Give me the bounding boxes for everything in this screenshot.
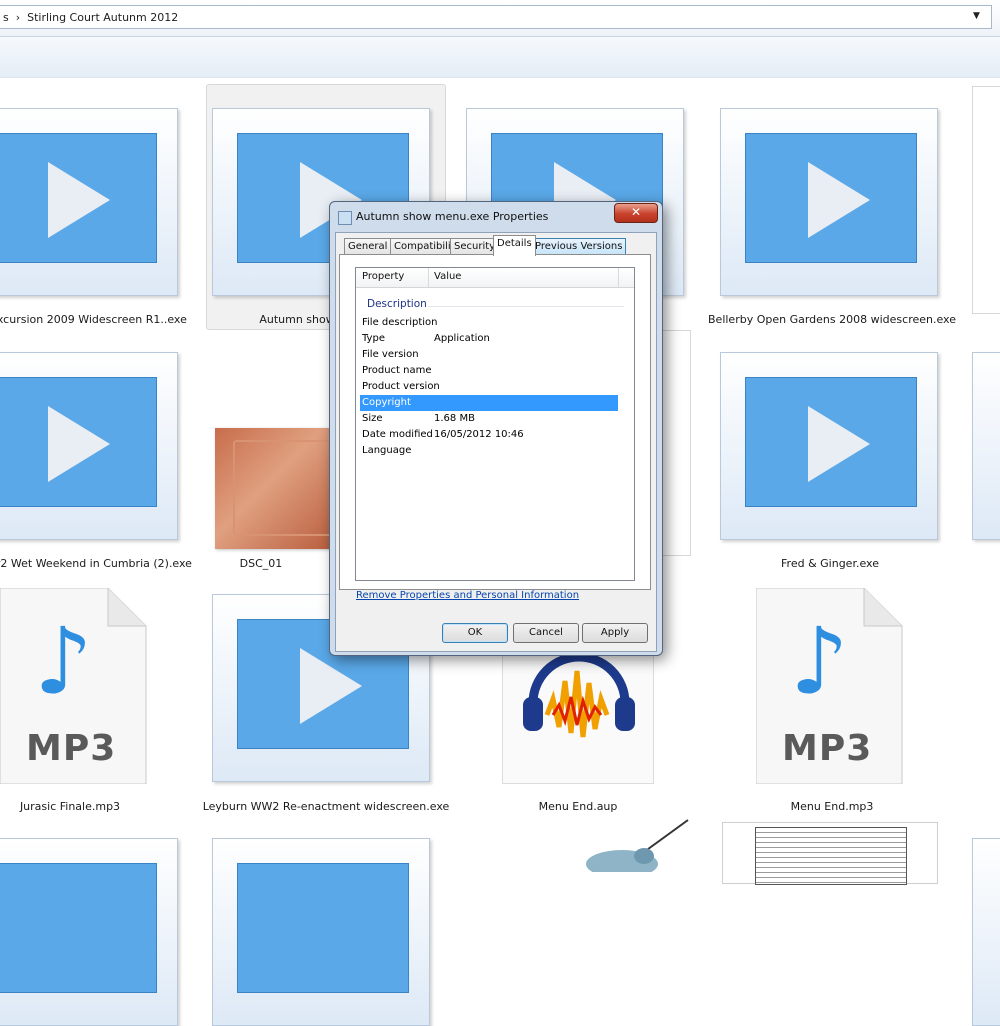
play-icon <box>48 406 110 482</box>
close-button[interactable]: ✕ <box>614 203 658 223</box>
mp3-icon-label: MP3 <box>26 728 117 769</box>
column-header-value[interactable]: Value <box>434 271 461 282</box>
property-name: Language <box>362 445 412 456</box>
file-label[interactable]: DSC_01 <box>186 557 336 570</box>
video-thumbnail[interactable] <box>720 352 938 540</box>
document-thumbnail[interactable] <box>722 822 938 885</box>
file-thumbnail[interactable] <box>972 86 1000 314</box>
dialog-title: Autumn show menu.exe Properties <box>356 210 549 223</box>
property-row[interactable]: File version <box>360 347 618 363</box>
video-thumbnail[interactable] <box>0 838 178 1026</box>
photo-thumbnail[interactable] <box>215 428 337 549</box>
video-thumbnail[interactable] <box>972 838 1000 1026</box>
property-row[interactable]: File description <box>360 315 618 331</box>
video-thumbnail[interactable] <box>0 108 178 296</box>
property-name: Product version <box>362 381 440 392</box>
tab-security[interactable]: Security <box>450 238 500 255</box>
play-icon <box>808 162 870 238</box>
property-value: Application <box>434 333 490 344</box>
audacity-file-icon[interactable] <box>502 640 654 784</box>
property-row[interactable]: Size 1.68 MB <box>360 411 618 427</box>
file-label[interactable]: Leyburn WW2 Re-enactment widescreen.exe <box>196 800 456 813</box>
property-value: 1.68 MB <box>434 413 475 424</box>
details-list[interactable]: Property Value Description File descript… <box>355 267 635 581</box>
music-note-icon: ♪ <box>790 608 849 715</box>
file-label[interactable]: Menu End.mp3 <box>702 800 962 813</box>
property-name: Date modified <box>362 429 433 440</box>
video-thumbnail[interactable] <box>972 352 1000 540</box>
file-label[interactable]: Jurasic Finale.mp3 <box>0 800 200 813</box>
play-icon <box>48 162 110 238</box>
properties-dialog: Autumn show menu.exe Properties ✕ Genera… <box>329 201 663 656</box>
list-header: Property Value <box>356 268 634 288</box>
column-divider[interactable] <box>428 268 429 287</box>
property-row[interactable]: Date modified 16/05/2012 10:46 <box>360 427 618 443</box>
property-name: File description <box>362 317 438 328</box>
group-divider <box>428 306 624 307</box>
video-thumbnail[interactable] <box>720 108 938 296</box>
property-name: Product name <box>362 365 432 376</box>
property-row[interactable]: Product name <box>360 363 618 379</box>
video-thumbnail[interactable] <box>212 838 430 1026</box>
remove-properties-link[interactable]: Remove Properties and Personal Informati… <box>356 590 579 601</box>
bird-image-icon[interactable] <box>560 818 690 878</box>
play-icon <box>300 648 362 724</box>
address-bar: s › Stirling Court Autunm 2012 ▼ <box>0 0 1000 37</box>
file-label[interactable]: ely r2 Wet Weekend in Cumbria (2).exe <box>0 557 214 570</box>
chevron-down-icon[interactable]: ▼ <box>973 11 980 21</box>
command-bar <box>0 37 1000 78</box>
file-label[interactable]: Fred & Ginger.exe <box>700 557 960 570</box>
mp3-icon-label: MP3 <box>782 728 873 769</box>
apply-button[interactable]: Apply <box>582 623 648 643</box>
music-note-icon: ♪ <box>34 608 93 715</box>
file-label[interactable]: Menu End.aup <box>448 800 708 813</box>
column-divider[interactable] <box>618 268 619 287</box>
dialog-body: General Compatibility Security Details P… <box>335 232 657 652</box>
property-name: Copyright <box>362 397 411 408</box>
video-thumbnail[interactable] <box>0 352 178 540</box>
address-field[interactable]: s › Stirling Court Autunm 2012 ▼ <box>0 5 992 29</box>
tab-details[interactable]: Details <box>493 235 536 256</box>
property-name: File version <box>362 349 419 360</box>
property-name: Type <box>362 333 385 344</box>
property-value: 16/05/2012 10:46 <box>434 429 524 440</box>
details-panel: Property Value Description File descript… <box>339 254 651 590</box>
property-row[interactable]: Language <box>360 443 618 459</box>
ok-button[interactable]: OK <box>442 623 508 643</box>
tab-general[interactable]: General <box>344 238 392 255</box>
property-row-selected[interactable]: Copyright <box>360 395 618 411</box>
group-header-description[interactable]: Description <box>367 298 427 310</box>
file-label[interactable]: Bellerby Open Gardens 2008 widescreen.ex… <box>702 313 962 326</box>
application-icon <box>338 211 352 225</box>
column-header-property[interactable]: Property <box>362 271 404 282</box>
property-row[interactable]: Type Application <box>360 331 618 347</box>
play-icon <box>808 406 870 482</box>
address-path[interactable]: s › Stirling Court Autunm 2012 <box>3 11 178 24</box>
mp3-file-icon[interactable]: ♪ MP3 <box>0 588 148 784</box>
mp3-file-icon[interactable]: ♪ MP3 <box>756 588 904 784</box>
property-row[interactable]: Product version <box>360 379 618 395</box>
tab-previous-versions[interactable]: Previous Versions <box>531 238 627 255</box>
property-name: Size <box>362 413 383 424</box>
cancel-button[interactable]: Cancel <box>513 623 579 643</box>
file-label[interactable]: ey Excursion 2009 Widescreen R1..exe <box>0 313 210 326</box>
